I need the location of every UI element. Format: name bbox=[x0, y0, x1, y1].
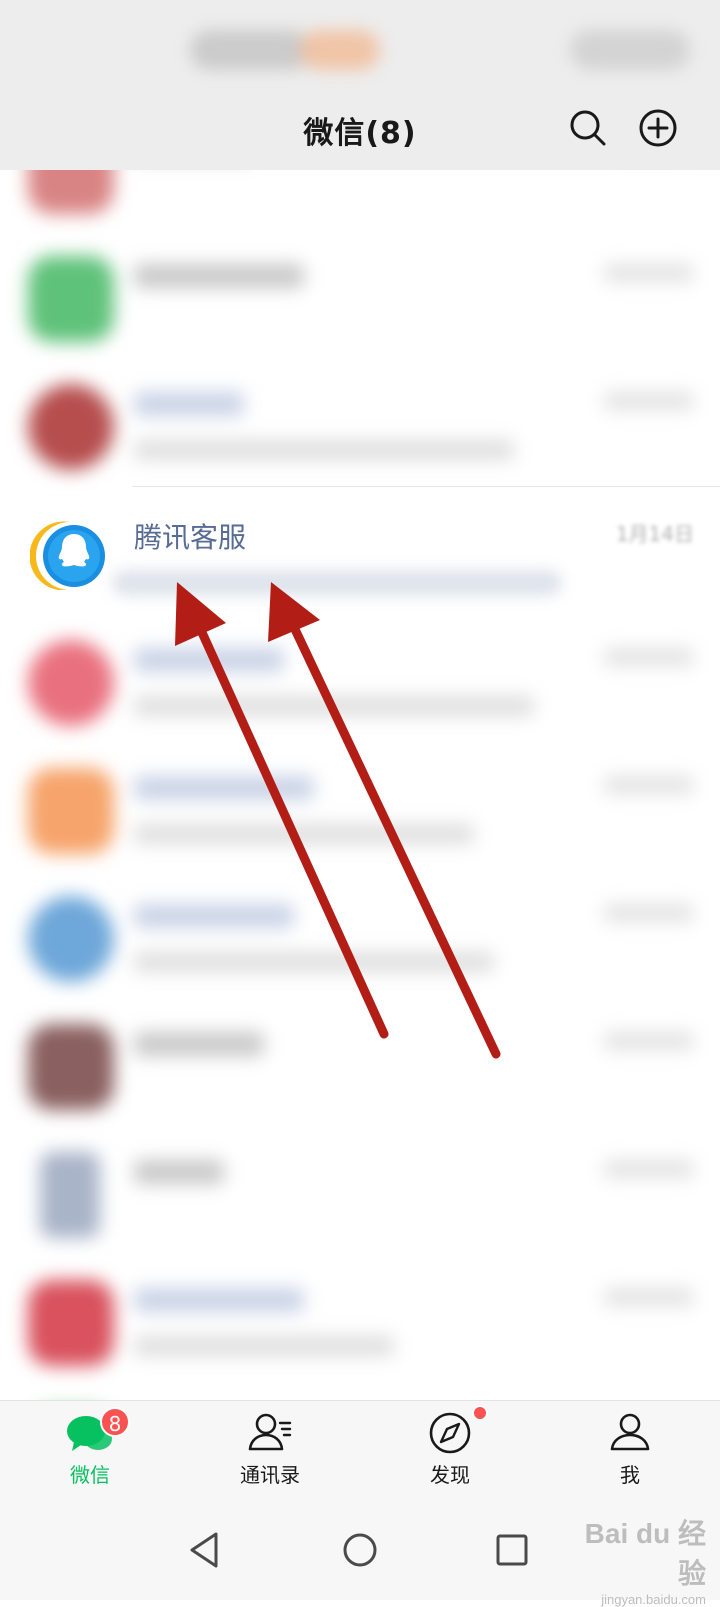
chat-row[interactable] bbox=[0, 874, 720, 1002]
contacts-icon bbox=[248, 1413, 292, 1451]
avatar bbox=[28, 768, 114, 854]
chat-name-blurred bbox=[134, 776, 314, 800]
avatar bbox=[28, 1280, 114, 1366]
tab-me[interactable]: 我 bbox=[540, 1401, 720, 1501]
baidu-watermark: Bai du 经验 jingyan.baidu.com bbox=[566, 1512, 706, 1607]
chat-msg-blurred bbox=[134, 1336, 394, 1356]
status-blur-left bbox=[190, 30, 310, 70]
chat-time: 1月14日 bbox=[615, 522, 694, 546]
avatar bbox=[28, 170, 114, 214]
plus-circle-icon bbox=[639, 109, 677, 147]
tab-contacts[interactable]: 通讯录 bbox=[180, 1401, 360, 1501]
chat-name-blurred bbox=[134, 392, 244, 416]
watermark-main: Bai du 经验 bbox=[584, 1518, 706, 1589]
chat-name-blurred bbox=[134, 1288, 304, 1312]
chat-name-blurred bbox=[134, 904, 294, 928]
chat-time-blurred bbox=[604, 1160, 694, 1178]
chat-time-blurred bbox=[604, 264, 694, 282]
chat-name-blurred bbox=[134, 1160, 224, 1184]
tab-bar: 8 微信 通讯录 发现 我 bbox=[0, 1400, 720, 1501]
chat-row-tencent-service[interactable]: 腾讯客服 1月14日 bbox=[0, 490, 720, 618]
avatar bbox=[28, 1024, 114, 1110]
unread-badge: 8 bbox=[100, 1407, 130, 1437]
recents-button[interactable] bbox=[484, 1522, 540, 1578]
tab-label: 通讯录 bbox=[240, 1463, 300, 1487]
chat-name-blurred bbox=[134, 264, 304, 288]
chat-row[interactable] bbox=[0, 362, 720, 490]
tab-chats[interactable]: 8 微信 bbox=[0, 1401, 180, 1501]
avatar bbox=[28, 256, 114, 342]
chat-name-blurred bbox=[134, 1032, 264, 1056]
chat-time-blurred bbox=[604, 776, 694, 794]
compass-icon bbox=[429, 1412, 471, 1454]
avatar bbox=[28, 384, 114, 470]
home-button[interactable] bbox=[332, 1522, 388, 1578]
tab-label: 我 bbox=[620, 1463, 640, 1487]
status-blur-mid bbox=[300, 30, 380, 70]
chat-row[interactable] bbox=[0, 618, 720, 746]
back-button[interactable] bbox=[178, 1522, 234, 1578]
chat-row[interactable] bbox=[0, 234, 720, 362]
chat-time-blurred bbox=[604, 1032, 694, 1050]
chat-list: 腾讯客服 1月14日 bbox=[0, 170, 720, 1410]
avatar bbox=[29, 516, 110, 596]
search-icon bbox=[570, 110, 606, 146]
chat-msg-blurred bbox=[134, 440, 514, 460]
avatar bbox=[40, 1152, 100, 1238]
square-recents-icon bbox=[496, 1534, 528, 1566]
contact-name: 腾讯客服 bbox=[134, 521, 247, 554]
chat-row[interactable] bbox=[0, 1130, 720, 1258]
add-button[interactable] bbox=[636, 106, 680, 150]
avatar bbox=[28, 896, 114, 982]
new-dot bbox=[472, 1405, 488, 1421]
divider bbox=[132, 486, 720, 487]
chat-msg-blurred bbox=[112, 570, 562, 596]
chat-row[interactable] bbox=[0, 170, 720, 234]
status-bar bbox=[0, 0, 720, 90]
chat-msg-blurred bbox=[134, 952, 494, 972]
search-button[interactable] bbox=[566, 106, 610, 150]
chat-time-blurred bbox=[604, 648, 694, 666]
chat-time-blurred bbox=[604, 392, 694, 410]
chat-msg-blurred bbox=[134, 696, 534, 716]
page-title: 微信(8) bbox=[303, 116, 417, 151]
chat-time-blurred bbox=[604, 1288, 694, 1306]
tab-discover[interactable]: 发现 bbox=[360, 1401, 540, 1501]
tab-label: 微信 bbox=[70, 1463, 110, 1487]
avatar bbox=[28, 640, 114, 726]
status-blur-right bbox=[570, 30, 690, 70]
chat-msg-blurred bbox=[134, 824, 474, 844]
app-header: 微信(8) bbox=[0, 90, 720, 170]
person-icon bbox=[610, 1413, 650, 1451]
chat-row[interactable] bbox=[0, 746, 720, 874]
tab-label: 发现 bbox=[430, 1463, 470, 1487]
chat-time-blurred bbox=[604, 904, 694, 922]
triangle-back-icon bbox=[190, 1532, 218, 1568]
circle-home-icon bbox=[343, 1533, 377, 1567]
chat-row[interactable] bbox=[0, 1258, 720, 1386]
chat-name-blurred bbox=[134, 648, 284, 672]
chat-row[interactable] bbox=[0, 1002, 720, 1130]
qq-penguin-icon bbox=[29, 521, 105, 590]
